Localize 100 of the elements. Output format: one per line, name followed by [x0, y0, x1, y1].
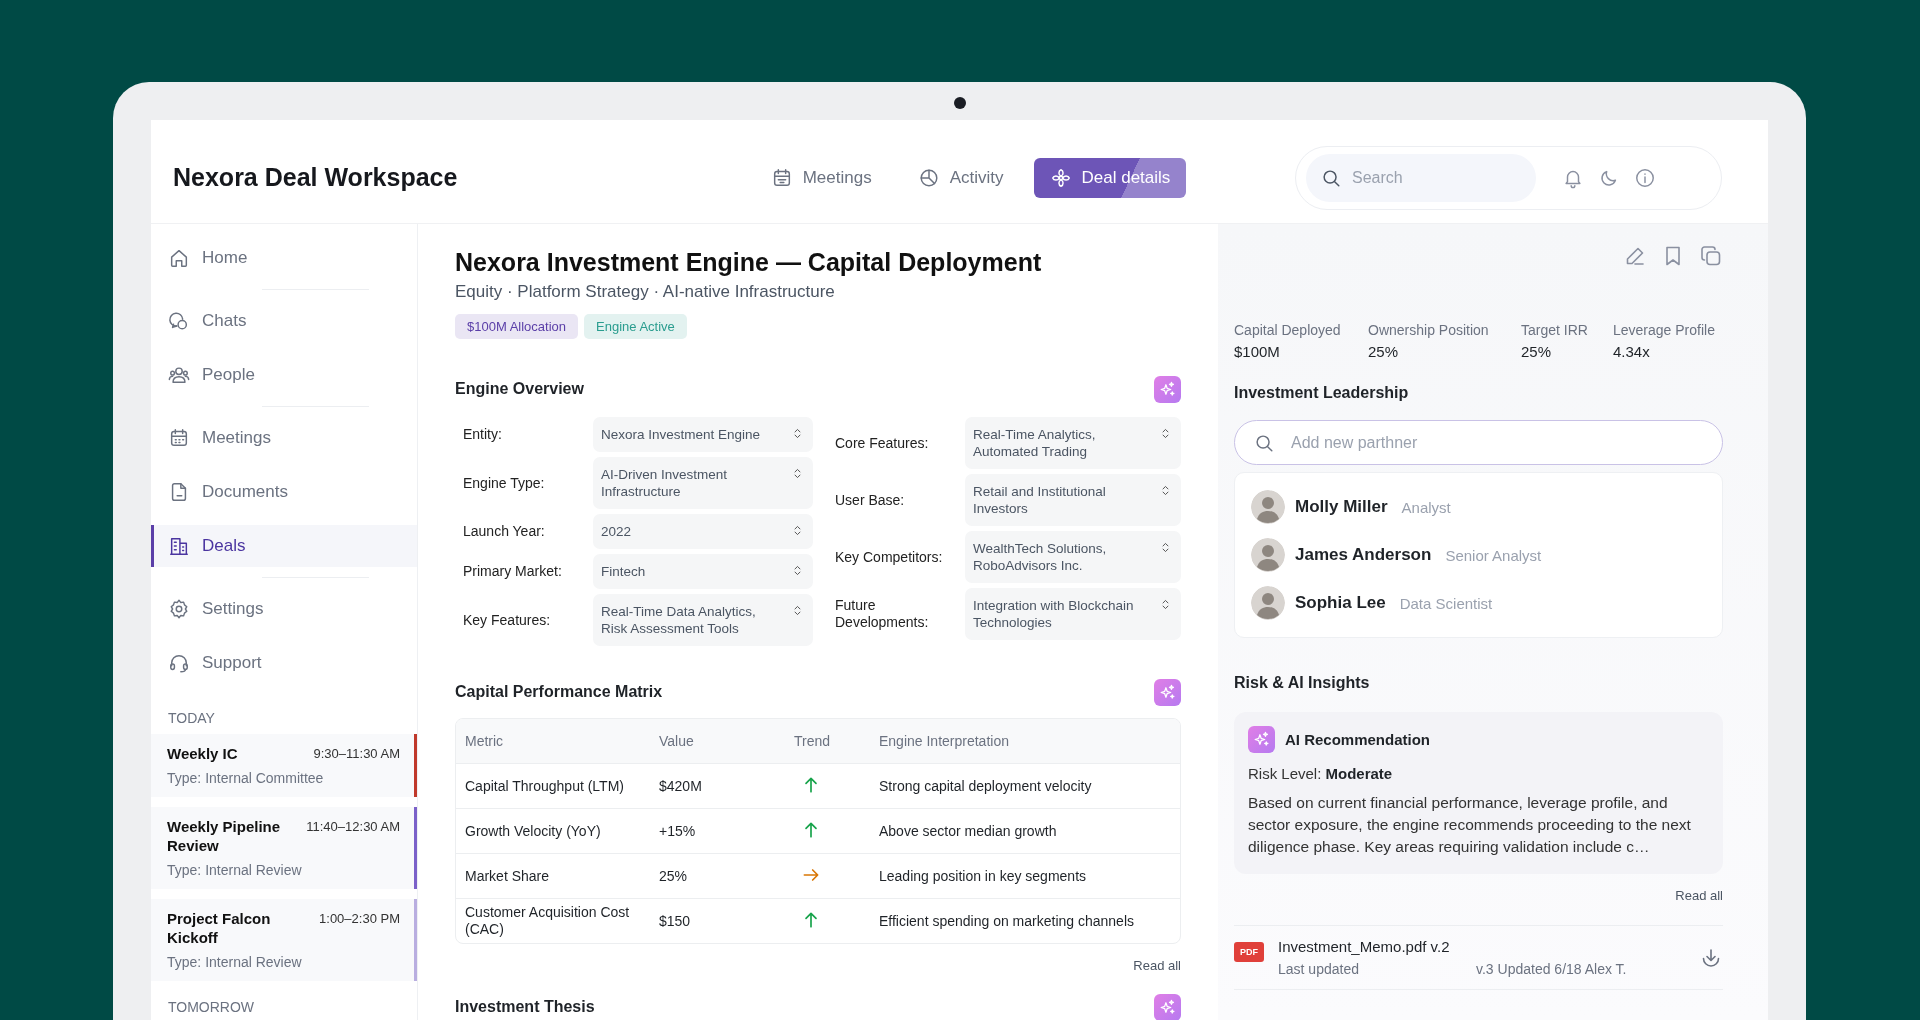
tag: $100M Allocation [455, 314, 578, 339]
stat-value: $100M [1234, 343, 1281, 360]
select-field[interactable]: Real-Time Analytics, Automated Trading [965, 417, 1181, 469]
search-bar[interactable]: Search [1306, 153, 1536, 202]
meeting-title: Weekly IC [167, 744, 238, 763]
section-title: Risk & AI Insights [1234, 674, 1371, 692]
field-label: Future Developments: [835, 597, 930, 631]
building-icon [168, 535, 190, 557]
deal-subtitle: Equity · Platform Strategy · AI-native Infrastructure [455, 282, 836, 302]
select-field[interactable]: Real-Time Data Analytics, Risk Assessment Tools [593, 594, 813, 646]
calendar-icon [168, 427, 190, 449]
file-name: Investment_Memo.pdf v.2 [1278, 938, 1451, 955]
sidebar-item[interactable]: Support [151, 642, 417, 684]
avatar [1251, 586, 1285, 620]
column-header: Trend [793, 732, 832, 750]
table-cell-text: Efficient spending on marketing channels [878, 912, 1135, 930]
avatar [1251, 490, 1285, 524]
select-field[interactable]: AI-Driven Investment Infrastructure [593, 457, 813, 509]
headset-icon [168, 652, 190, 674]
meeting-card[interactable]: Weekly IC 9:30–11:30 AM Type: Internal Committee [151, 734, 417, 797]
table-cell-text: Customer Acquisition Cost (CAC) [464, 904, 631, 938]
ai-assist-button[interactable] [1154, 375, 1181, 403]
meeting-card[interactable]: Weekly Pipeline Review 11:40–12:30 AM Type: Internal Review [151, 807, 417, 889]
sparkle-icon [1158, 682, 1177, 702]
table-cell-text: Capital Throughput (LTM) [464, 777, 625, 795]
stat-label: Ownership Position [1368, 322, 1490, 338]
partner-search-field[interactable]: Add new parthner [1289, 432, 1589, 453]
stat-label: Capital Deployed [1234, 322, 1342, 338]
person-role: Data Scientist [1399, 594, 1493, 612]
select-field[interactable]: Fintech [593, 554, 813, 589]
agenda-heading: TOMORROW [168, 999, 256, 1015]
field-label: Key Features: [462, 611, 552, 629]
table-cell-text: $150 [658, 912, 692, 930]
flower-icon [1049, 166, 1072, 189]
recommendation-text: Based on current financial performance, leverage profile, and sector exposure, the engine recommends proceeding to the next diligence phase. Key areas requiring validation include c… [1248, 793, 1692, 857]
field-label: Entity: [462, 426, 503, 443]
card-title: AI Recommendation [1285, 731, 1431, 748]
sidebar-item[interactable]: People [151, 354, 417, 396]
person-name: Sophia Lee [1295, 593, 1386, 613]
ai-badge[interactable] [1248, 726, 1275, 753]
sparkle-icon [1158, 379, 1177, 399]
select-field[interactable]: Integration with Blockchain Technologies [965, 588, 1181, 640]
select-field[interactable]: Retail and Institutional Investors [965, 474, 1181, 526]
sparkle-icon [1252, 730, 1271, 749]
file-type-badge: PDF [1234, 942, 1264, 962]
nav-tab[interactable]: Meetings [754, 157, 888, 198]
table-cell-text: Growth Velocity (YoY) [464, 822, 602, 840]
field-label: Engine Type: [462, 474, 546, 492]
agenda-heading: TODAY [168, 710, 216, 726]
person-name: Molly Miller [1295, 497, 1388, 517]
partner-search-bar[interactable]: Add new parthner [1234, 420, 1723, 465]
meeting-title: Weekly Pipeline Review [167, 817, 282, 855]
section-title: Capital Performance Matrix [455, 683, 663, 701]
field-label: User Base: [835, 491, 906, 509]
stat-value: 25% [1521, 343, 1553, 360]
read-all-link[interactable]: Read all [1675, 888, 1723, 903]
meeting-type: Type: Internal Review [167, 953, 303, 971]
select-field[interactable]: 2022 [593, 514, 813, 549]
meeting-type: Type: Internal Review [167, 861, 303, 879]
sidebar-item[interactable]: Home [151, 237, 417, 279]
person-name: James Anderson [1295, 545, 1432, 565]
info-icon [1634, 166, 1656, 189]
file-row[interactable]: PDF Investment_Memo.pdf v.2 Last updated v.3 Updated 6/18 Alex T. [1234, 925, 1723, 990]
ai-assist-button[interactable] [1154, 993, 1181, 1020]
home-icon [168, 247, 190, 269]
column-header: Metric [464, 732, 505, 750]
meeting-time: 11:40–12:30 AM [306, 818, 400, 836]
table-cell-text: 25% [658, 867, 689, 885]
person-role: Senior Analyst [1445, 546, 1542, 564]
field-label: Primary Market: [462, 563, 563, 580]
column-header: Value [658, 732, 695, 750]
camera-dot [953, 97, 966, 109]
settings-icon [168, 598, 190, 620]
table-cell-text: Market Share [464, 867, 551, 885]
sidebar-item[interactable]: Chats [151, 300, 417, 342]
sidebar-item[interactable]: Documents [151, 471, 417, 513]
meeting-type: Type: Internal Committee [167, 769, 325, 787]
table-cell-text: +15% [658, 822, 697, 840]
sidebar-item[interactable]: Meetings [151, 417, 417, 459]
nav-tab[interactable]: Deal details [1033, 157, 1187, 198]
field-label: Launch Year: [462, 523, 546, 540]
sidebar-item[interactable]: Settings [151, 588, 417, 630]
search-field[interactable]: Search [1350, 167, 1500, 188]
ai-assist-button[interactable] [1154, 678, 1181, 706]
nav-tab[interactable]: Activity [901, 157, 1020, 198]
table-cell-text: Leading position in key segments [878, 867, 1088, 885]
field-label: Key Competitors: [835, 548, 944, 566]
sidebar-item[interactable]: Deals [151, 525, 417, 567]
read-all-link[interactable]: Read all [1133, 958, 1181, 973]
stat-value: 4.34x [1613, 343, 1651, 360]
table-cell-text: $420M [658, 777, 703, 795]
avatar [1251, 538, 1285, 572]
chat-icon [168, 310, 190, 332]
meeting-card[interactable]: Project Falcon Kickoff 1:00–2:30 PM Type: Internal Review [151, 899, 417, 981]
select-field[interactable]: Nexora Investment Engine [593, 417, 813, 452]
stat-label: Target IRR [1521, 322, 1589, 338]
select-field[interactable]: WealthTech Solutions, RoboAdvisors Inc. [965, 531, 1181, 583]
section-title: Investment Thesis [455, 998, 595, 1016]
people-icon [168, 364, 190, 386]
section-title: Engine Overview [455, 380, 584, 398]
